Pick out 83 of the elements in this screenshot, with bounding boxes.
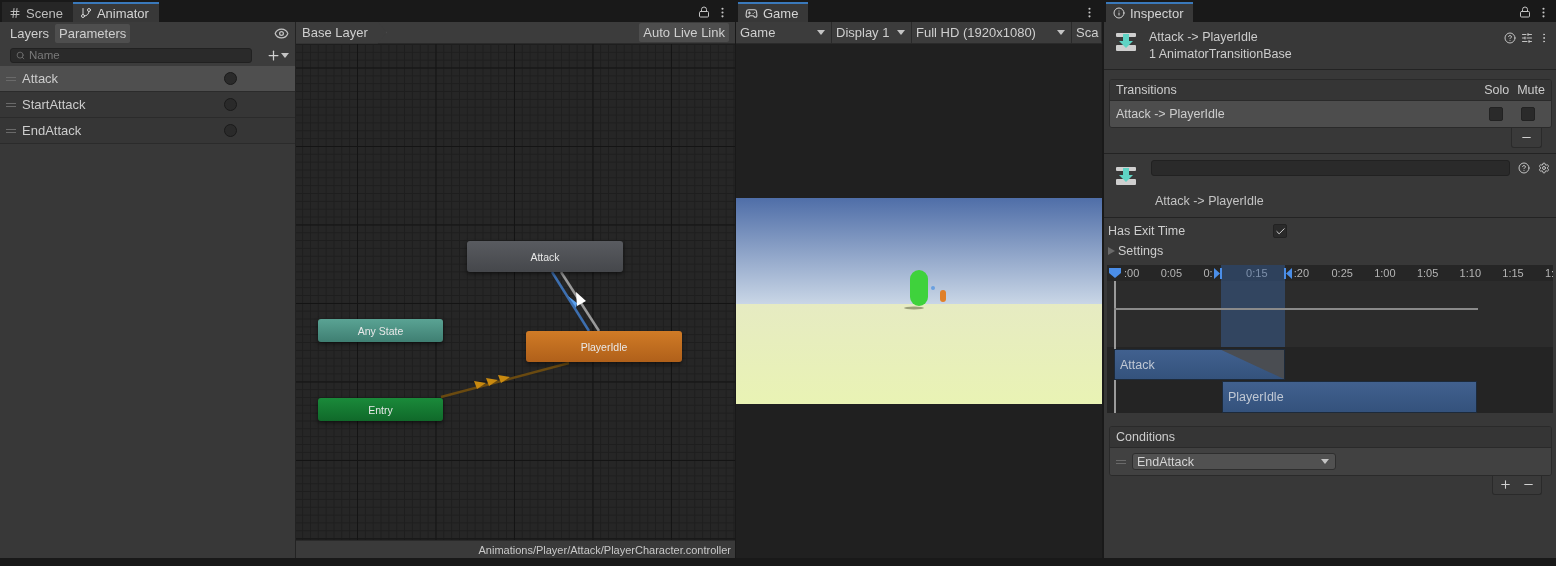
- drag-handle-icon[interactable]: [6, 76, 16, 81]
- lock-icon[interactable]: [698, 6, 710, 18]
- panel-tab[interactable]: Game: [738, 2, 809, 22]
- grid-icon: [9, 7, 21, 19]
- sliders-icon[interactable]: [1521, 32, 1533, 44]
- ruler-label: 1:05: [1416, 267, 1439, 279]
- inspector-title: Attack -> PlayerIdle: [1149, 30, 1259, 44]
- sidebar-tab[interactable]: Layers: [6, 23, 54, 43]
- controller-path: Animations/Player/Attack/PlayerCharacter.controller: [296, 540, 735, 558]
- info-icon: [1113, 7, 1125, 19]
- state-node[interactable]: Attack: [467, 241, 623, 272]
- caret-icon: [1057, 30, 1065, 35]
- transition-arrow[interactable]: [559, 271, 601, 332]
- mute-checkbox[interactable]: [1521, 107, 1535, 121]
- transition-icon: [1115, 164, 1137, 186]
- property-label: Has Exit Time: [1108, 224, 1187, 238]
- toolbar-dropdown[interactable]: Game: [736, 22, 832, 43]
- parameter-dropdown[interactable]: EndAttack: [1132, 453, 1336, 470]
- caret-icon: [817, 30, 825, 35]
- ruler-label: :00: [1124, 267, 1140, 279]
- ruler-label: 1:00: [1374, 267, 1396, 279]
- ruler-label: 0:15: [1246, 267, 1268, 279]
- drag-handle-icon[interactable]: [6, 102, 16, 107]
- drag-handle-icon[interactable]: [6, 128, 16, 133]
- ruler-label: 0:25: [1331, 267, 1353, 279]
- live-link-button[interactable]: Auto Live Link: [639, 23, 729, 42]
- panel-tab[interactable]: Inspector: [1106, 2, 1194, 22]
- transition-arrow[interactable]: [550, 271, 591, 332]
- lock-icon[interactable]: [1519, 6, 1531, 18]
- caret-icon: [281, 52, 289, 58]
- exit-time-checkbox[interactable]: [1273, 224, 1287, 238]
- ruler-label: 1:: [1545, 267, 1553, 279]
- panel-tab[interactable]: Scene: [2, 2, 73, 22]
- caret-icon: [1321, 459, 1329, 464]
- toolbar-dropdown[interactable]: Sca: [1072, 22, 1102, 43]
- ruler-label: 0:: [1203, 267, 1213, 279]
- parameter-row[interactable]: Attack: [0, 66, 295, 92]
- help-icon[interactable]: [1504, 32, 1516, 44]
- help-icon[interactable]: [1518, 162, 1530, 174]
- transition-icon: [1115, 30, 1137, 52]
- trigger-toggle[interactable]: [224, 124, 237, 137]
- transition-label: Attack -> PlayerIdle: [1116, 107, 1225, 121]
- ruler-label: 0:05: [1160, 267, 1183, 279]
- parameter-name: EndAttack: [22, 123, 83, 138]
- toolbar-dropdown[interactable]: Full HD (1920x1080): [912, 22, 1072, 43]
- caret-icon: [897, 30, 905, 35]
- transition-range[interactable]: [1221, 265, 1285, 347]
- clip-bar[interactable]: Attack: [1114, 349, 1285, 380]
- column-header: Transitions: [1116, 83, 1177, 97]
- panel-tab[interactable]: Animator: [72, 2, 159, 22]
- column-header: Solo: [1484, 83, 1510, 97]
- add-icon[interactable]: [1499, 478, 1512, 491]
- inspector-subtitle: 1 AnimatorTransitionBase: [1149, 47, 1292, 61]
- ruler-label: :20: [1293, 267, 1310, 279]
- trigger-toggle[interactable]: [224, 72, 237, 85]
- column-header: Mute: [1517, 83, 1545, 97]
- trigger-toggle[interactable]: [224, 98, 237, 111]
- foldout-arrow-icon: [1108, 247, 1115, 255]
- settings-foldout[interactable]: Settings: [1108, 244, 1164, 258]
- solo-checkbox[interactable]: [1489, 107, 1503, 121]
- sidebar-tab[interactable]: Parameters: [55, 23, 131, 43]
- ruler-label: 1:10: [1459, 267, 1481, 279]
- parameter-name: StartAttack: [22, 97, 87, 112]
- eye-icon[interactable]: [274, 25, 289, 41]
- state-node[interactable]: Entry: [318, 398, 443, 421]
- search-icon: [16, 50, 25, 60]
- clip-bar[interactable]: PlayerIdle: [1222, 381, 1477, 413]
- drag-handle-icon[interactable]: [1116, 459, 1126, 464]
- range-end-icon[interactable]: [1284, 268, 1292, 279]
- parameter-name: Attack: [22, 71, 60, 86]
- toolbar-dropdown[interactable]: Display 1: [832, 22, 912, 43]
- playhead-marker-icon[interactable]: [1108, 267, 1122, 279]
- ruler-label: 1:15: [1502, 267, 1524, 279]
- plus-icon: [266, 47, 281, 63]
- transition-title: Attack -> PlayerIdle: [1154, 194, 1265, 208]
- column-header: Conditions: [1116, 430, 1176, 444]
- transition-timeline[interactable]: :00 0:05 0: 0:15 :20 0:25 1:00 1:05 1:10 1:15 1: Attack PlayerIdle: [1107, 265, 1553, 413]
- transition-row[interactable]: Attack -> PlayerIdle: [1110, 101, 1551, 127]
- settings-icon[interactable]: [1538, 162, 1550, 174]
- add-dropdown[interactable]: [266, 47, 289, 63]
- range-start-icon[interactable]: [1214, 268, 1222, 279]
- gamepad-icon: [745, 6, 758, 20]
- branch-icon: [79, 7, 92, 19]
